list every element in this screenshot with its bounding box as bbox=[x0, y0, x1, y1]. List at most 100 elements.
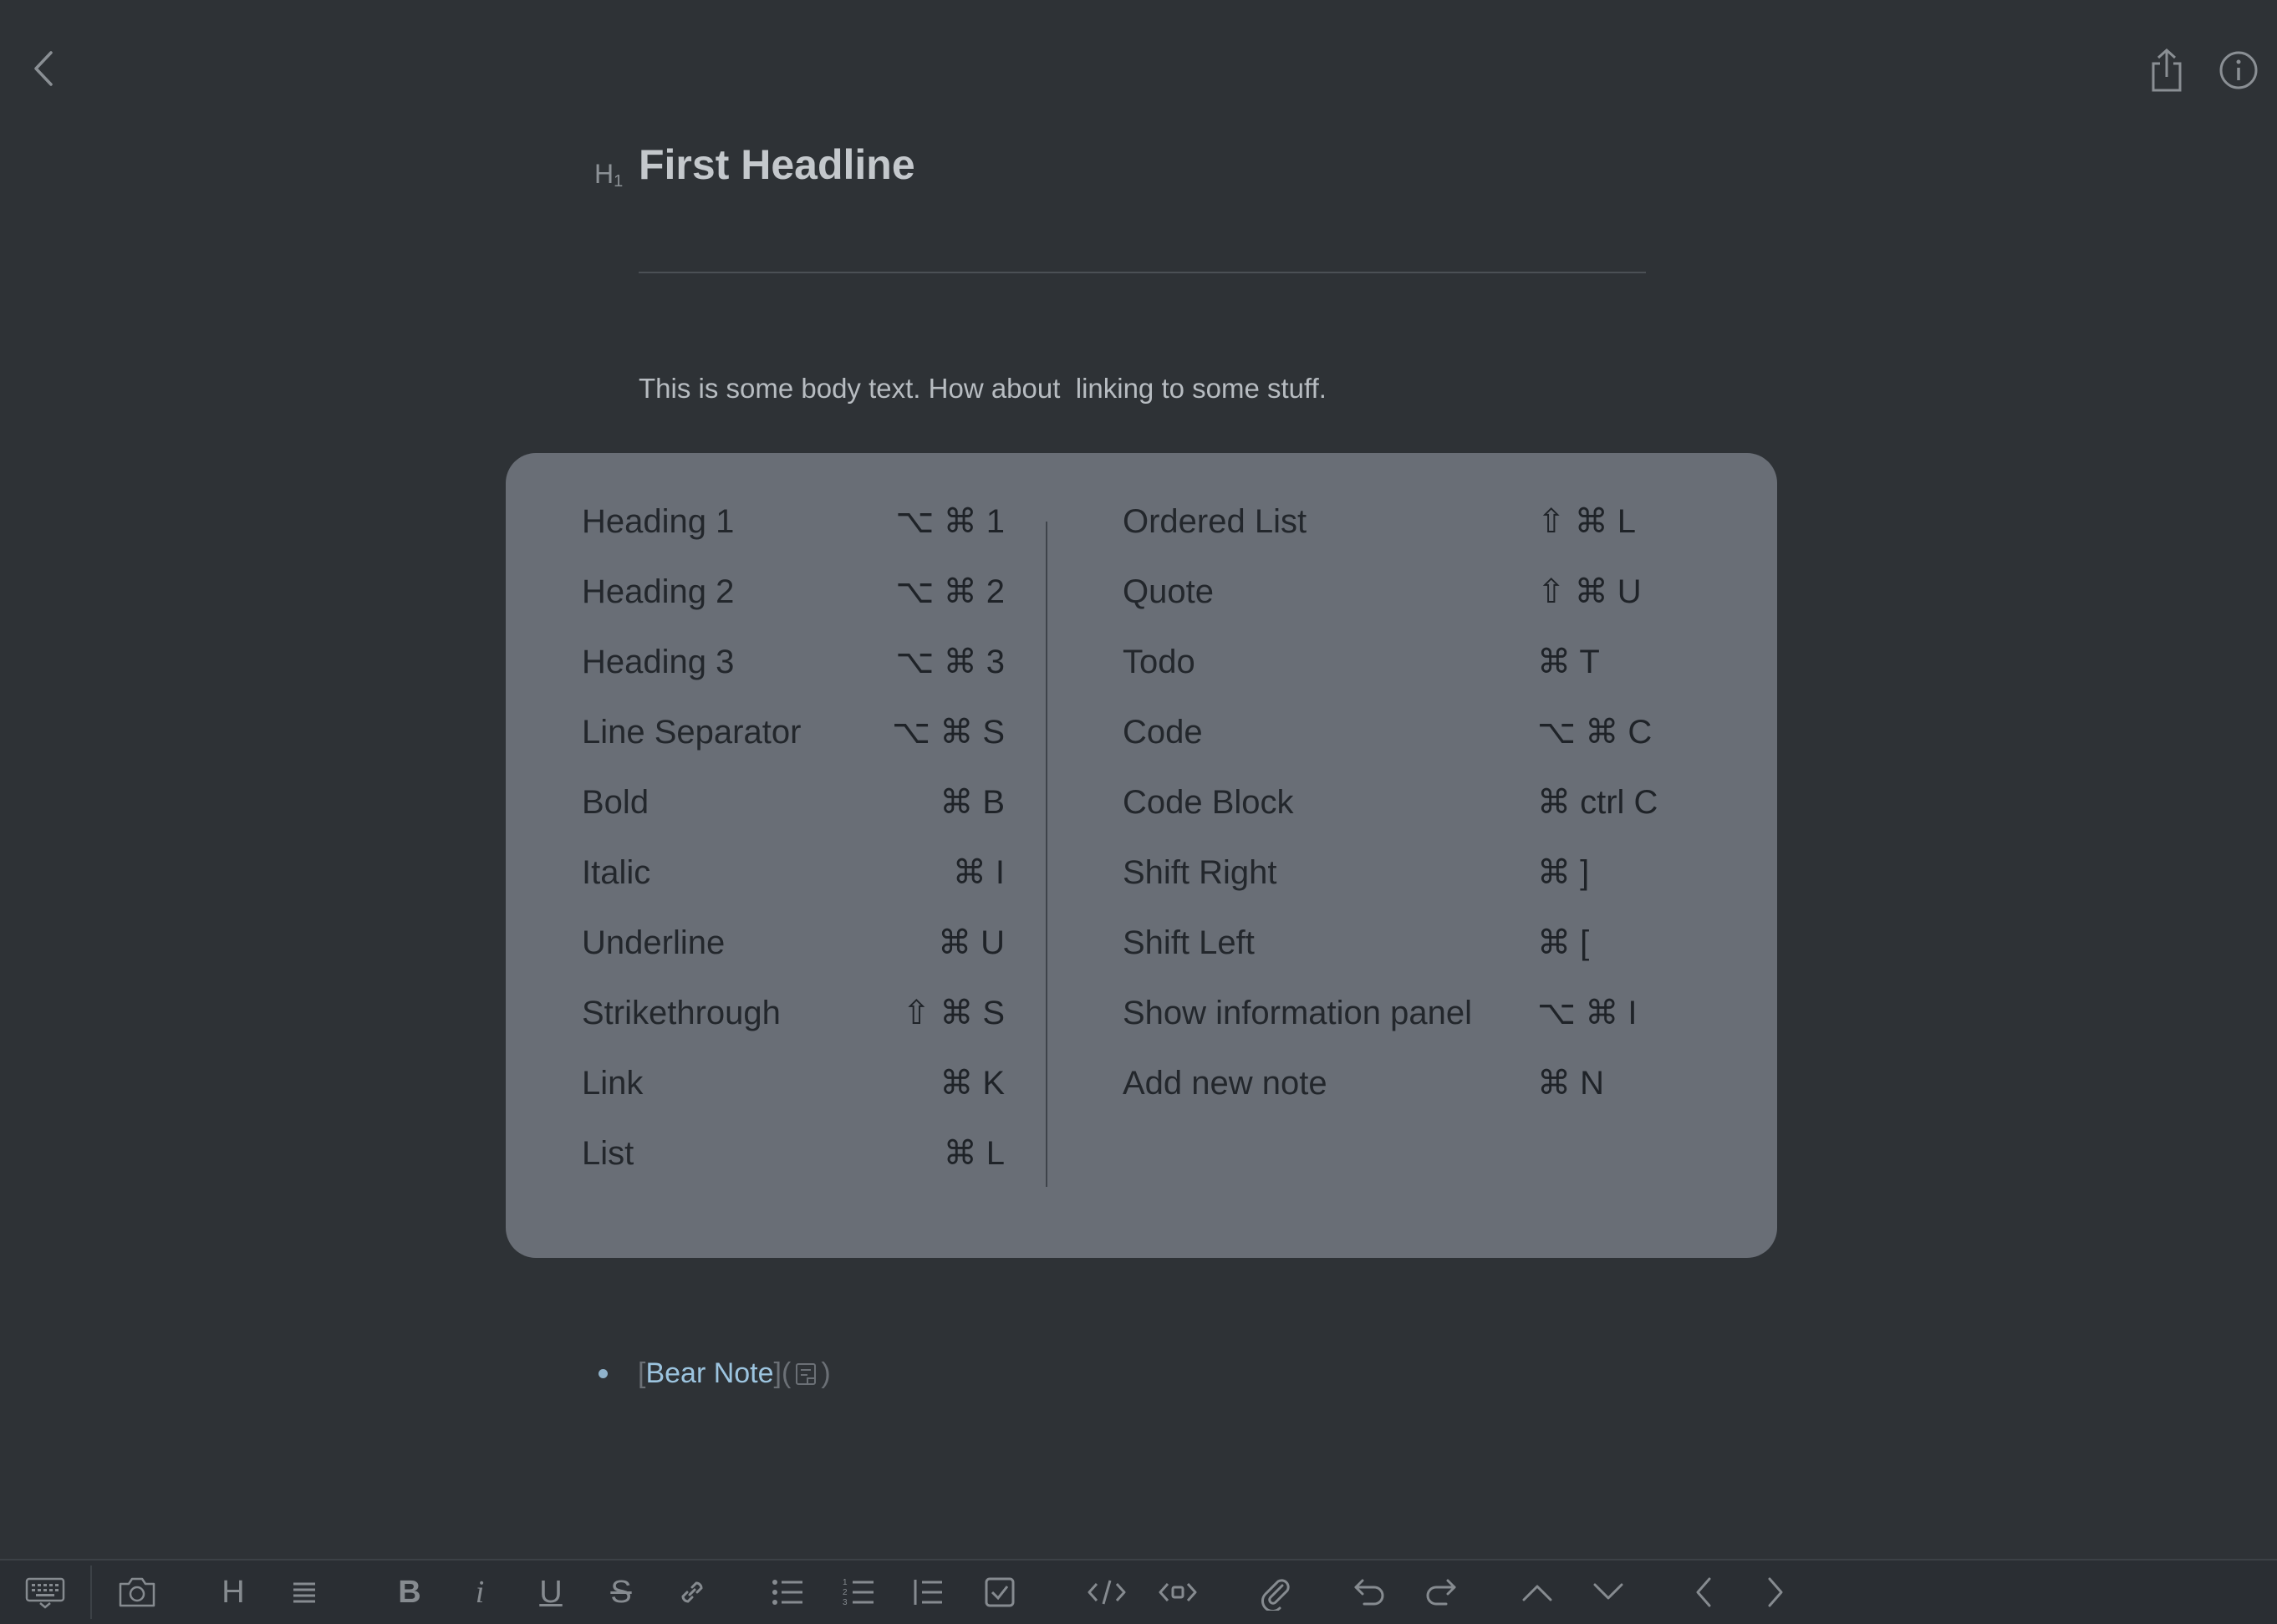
keyboard-icon bbox=[25, 1576, 65, 1609]
ordered-list-button[interactable]: 123 bbox=[832, 1560, 885, 1624]
shortcut-row: Link ⌘ K bbox=[582, 1048, 1005, 1118]
shortcut-label: Shift Right bbox=[1123, 853, 1277, 891]
todo-icon bbox=[983, 1576, 1016, 1609]
note-icon bbox=[794, 1362, 818, 1387]
shortcut-keys: ⌥ ⌘ C bbox=[1537, 714, 1653, 751]
body-text[interactable]: This is some body text. How about linkin… bbox=[639, 373, 1327, 405]
shortcut-label: Heading 2 bbox=[582, 573, 735, 610]
bold-button[interactable]: B bbox=[383, 1560, 436, 1624]
link-mid-bracket: ]( bbox=[773, 1357, 792, 1389]
shortcut-label: Code bbox=[1123, 713, 1203, 751]
todo-button[interactable] bbox=[973, 1560, 1026, 1624]
paragraph-icon bbox=[290, 1579, 318, 1606]
shortcut-keys: ⌥ ⌘ S bbox=[892, 714, 1005, 751]
shortcut-row: Code Block ⌘ ctrl C bbox=[1123, 767, 1714, 837]
shortcut-row: Shift Left ⌘ [ bbox=[1123, 908, 1714, 978]
back-button[interactable] bbox=[17, 42, 70, 95]
link-open-bracket: [ bbox=[638, 1357, 646, 1389]
share-icon bbox=[2148, 47, 2185, 94]
shortcut-row: List ⌘ L bbox=[582, 1118, 1005, 1189]
quote-button[interactable] bbox=[902, 1560, 955, 1624]
keyboard-shortcuts-overlay: Heading 1 ⌥ ⌘ 1 Heading 2 ⌥ ⌘ 2 Heading 3 ⌥ ⌘… bbox=[506, 453, 1777, 1258]
shortcut-label: Code Block bbox=[1123, 783, 1294, 821]
code-block-button[interactable] bbox=[1151, 1560, 1205, 1624]
keyboard-button[interactable] bbox=[18, 1560, 72, 1624]
shortcut-keys: ⌘ T bbox=[1537, 644, 1600, 680]
chevron-left-icon bbox=[1693, 1576, 1714, 1609]
heading-button[interactable]: H bbox=[206, 1560, 260, 1624]
shortcut-keys: ⌘ ] bbox=[1537, 854, 1590, 891]
toolbar-separator bbox=[90, 1565, 92, 1619]
shortcut-label: Italic bbox=[582, 853, 651, 891]
shortcut-label: Strikethrough bbox=[582, 994, 781, 1031]
bold-icon: B bbox=[398, 1574, 421, 1610]
shortcut-keys: ⌘ U bbox=[938, 924, 1005, 961]
share-button[interactable] bbox=[2140, 43, 2193, 97]
shortcut-row: Heading 1 ⌥ ⌘ 1 bbox=[582, 486, 1005, 557]
svg-text:2: 2 bbox=[843, 1588, 848, 1597]
shortcut-label: Link bbox=[582, 1064, 644, 1102]
shortcut-label: Show information panel bbox=[1123, 994, 1473, 1031]
link-text[interactable]: Bear Note bbox=[645, 1357, 773, 1390]
shortcut-label: List bbox=[582, 1134, 634, 1172]
shortcut-keys: ⇧ ⌘ U bbox=[1537, 573, 1642, 610]
attachment-button[interactable] bbox=[1249, 1560, 1302, 1624]
shortcut-row: Heading 3 ⌥ ⌘ 3 bbox=[582, 627, 1005, 697]
code-block-icon bbox=[1158, 1577, 1198, 1607]
shortcut-label: Line Separator bbox=[582, 713, 802, 751]
link-close-bracket: ) bbox=[821, 1357, 831, 1389]
shortcut-row: Underline ⌘ U bbox=[582, 908, 1005, 978]
info-button[interactable] bbox=[2212, 43, 2265, 97]
column-divider bbox=[1046, 522, 1047, 1187]
chevron-left-icon bbox=[31, 48, 56, 89]
cursor-right-button[interactable] bbox=[1749, 1560, 1802, 1624]
move-up-button[interactable] bbox=[1510, 1560, 1564, 1624]
shortcut-row: Todo ⌘ T bbox=[1123, 627, 1714, 697]
italic-icon: i bbox=[475, 1575, 485, 1610]
heading-level-marker: H1 bbox=[594, 159, 624, 191]
shortcut-keys: ⌘ I bbox=[952, 854, 1005, 891]
strikethrough-icon: S bbox=[610, 1574, 632, 1610]
bear-note-link[interactable]: [ Bear Note ]( ) bbox=[638, 1357, 831, 1390]
redo-button[interactable] bbox=[1414, 1560, 1467, 1624]
shortcut-keys: ⌥ ⌘ 2 bbox=[895, 573, 1005, 610]
shortcut-keys: ⌘ L bbox=[943, 1135, 1005, 1172]
redo-icon bbox=[1423, 1577, 1458, 1607]
ordered-list-icon: 123 bbox=[842, 1576, 875, 1608]
cursor-left-button[interactable] bbox=[1677, 1560, 1730, 1624]
shortcut-keys: ⌘ B bbox=[940, 784, 1005, 821]
shortcut-label: Shift Left bbox=[1123, 924, 1255, 961]
shortcut-row: Ordered List ⇧ ⌘ L bbox=[1123, 486, 1714, 557]
paragraph-button[interactable] bbox=[278, 1560, 331, 1624]
bullet-list-icon bbox=[771, 1577, 804, 1607]
shortcut-row: Code ⌥ ⌘ C bbox=[1123, 697, 1714, 767]
link-button[interactable] bbox=[665, 1560, 719, 1624]
shortcut-row: Bold ⌘ B bbox=[582, 767, 1005, 837]
undo-icon bbox=[1352, 1577, 1388, 1607]
info-icon bbox=[2218, 50, 2259, 90]
svg-text:1: 1 bbox=[843, 1578, 848, 1587]
attachment-icon bbox=[1257, 1574, 1294, 1611]
shortcut-label: Ordered List bbox=[1123, 502, 1307, 540]
underline-button[interactable]: U bbox=[524, 1560, 578, 1624]
strikethrough-button[interactable]: S bbox=[594, 1560, 648, 1624]
bullet-list-button[interactable] bbox=[761, 1560, 814, 1624]
bullet-point bbox=[599, 1369, 608, 1378]
shortcut-row: Italic ⌘ I bbox=[582, 837, 1005, 908]
shortcut-label: Todo bbox=[1123, 643, 1195, 680]
shortcut-label: Heading 3 bbox=[582, 643, 735, 680]
line-separator bbox=[639, 272, 1646, 273]
shortcut-keys: ⇧ ⌘ L bbox=[1537, 503, 1636, 540]
quote-icon bbox=[912, 1577, 945, 1607]
shortcut-keys: ⌘ ctrl C bbox=[1537, 784, 1658, 821]
shortcut-row: Shift Right ⌘ ] bbox=[1123, 837, 1714, 908]
italic-button[interactable]: i bbox=[453, 1560, 507, 1624]
note-title[interactable]: First Headline bbox=[639, 140, 915, 189]
formatting-toolbar: H B i U S 123 bbox=[0, 1559, 2277, 1624]
code-button[interactable] bbox=[1080, 1560, 1133, 1624]
shortcut-label: Add new note bbox=[1123, 1064, 1327, 1102]
camera-button[interactable] bbox=[110, 1560, 164, 1624]
camera-icon bbox=[117, 1576, 157, 1609]
undo-button[interactable] bbox=[1343, 1560, 1397, 1624]
move-down-button[interactable] bbox=[1582, 1560, 1635, 1624]
